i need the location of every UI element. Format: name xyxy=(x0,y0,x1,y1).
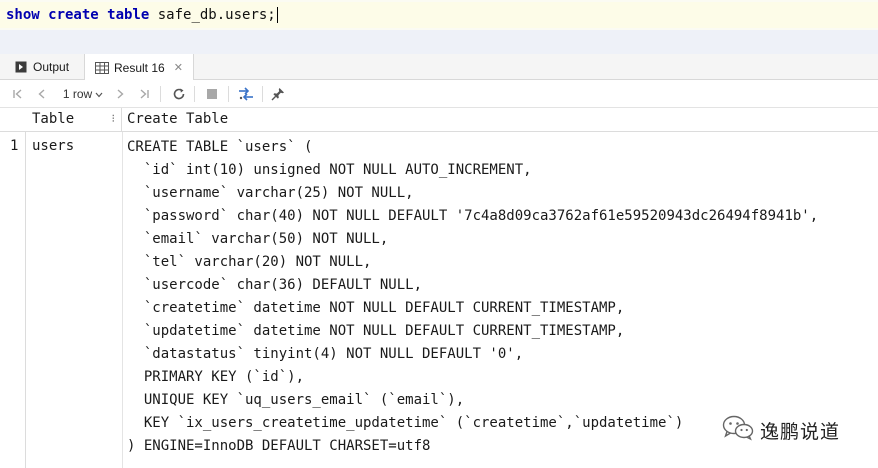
ddl-line: `tel` varchar(20) NOT NULL, xyxy=(127,254,372,270)
grid-icon xyxy=(95,61,109,75)
tab-result[interactable]: Result 16 ✕ xyxy=(84,54,194,81)
ddl-line: `email` varchar(50) NOT NULL, xyxy=(127,231,389,247)
sql-editor-line[interactable]: show create table safe_db.users; xyxy=(0,2,878,28)
chevron-down-icon xyxy=(95,87,103,101)
last-page-icon[interactable] xyxy=(136,85,152,103)
tab-output-label: Output xyxy=(33,60,70,74)
row-gutter xyxy=(0,108,26,468)
column-header-create-table-label: Create Table xyxy=(127,111,229,127)
tab-output[interactable]: Output xyxy=(4,54,79,80)
cell-table-name[interactable]: users xyxy=(32,138,74,154)
sql-target: safe_db.users; xyxy=(149,7,276,23)
ddl-line: `username` varchar(25) NOT NULL, xyxy=(127,185,414,201)
row-count-dropdown[interactable]: 1 row xyxy=(60,85,106,103)
row-count-label: 1 row xyxy=(62,87,93,101)
ddl-line: `updatetime` datetime NOT NULL DEFAULT C… xyxy=(127,323,625,339)
column-header-table[interactable]: Table ⁝ xyxy=(27,108,122,132)
ddl-line: CREATE TABLE `users` ( xyxy=(127,139,313,155)
text-caret xyxy=(276,7,278,23)
editor-splitter[interactable] xyxy=(0,30,878,54)
stop-icon[interactable] xyxy=(204,85,220,103)
output-icon xyxy=(14,60,28,74)
pin-icon[interactable] xyxy=(270,85,286,103)
ddl-line: `datastatus` tinyint(4) NOT NULL DEFAULT… xyxy=(127,346,524,362)
ddl-line: PRIMARY KEY (`id`), xyxy=(127,369,305,385)
toolbar-divider xyxy=(262,86,263,102)
ddl-line: `usercode` char(36) DEFAULT NULL, xyxy=(127,277,423,293)
ddl-line: `id` int(10) unsigned NOT NULL AUTO_INCR… xyxy=(127,162,532,178)
sql-editor[interactable]: show create table safe_db.users; xyxy=(0,0,878,30)
sql-keywords: show create table xyxy=(6,7,150,23)
watermark-text: 逸鹏说道 xyxy=(760,420,841,443)
ddl-line: `password` char(40) NOT NULL DEFAULT '7c… xyxy=(127,208,819,224)
close-icon[interactable]: ✕ xyxy=(174,56,183,80)
row-number[interactable]: 1 xyxy=(10,138,18,154)
toolbar-divider xyxy=(160,86,161,102)
grid-header: Table ⁝ Create Table xyxy=(0,108,878,132)
tab-result-label: Result 16 xyxy=(114,60,165,75)
wechat-icon xyxy=(722,415,754,446)
watermark: 逸鹏说道 xyxy=(722,414,840,446)
transpose-icon[interactable] xyxy=(236,85,256,103)
first-page-icon[interactable] xyxy=(10,85,26,103)
column-menu-icon[interactable]: ⁝ xyxy=(112,108,116,130)
toolbar-divider xyxy=(228,86,229,102)
ddl-line: UNIQUE KEY `uq_users_email` (`email`), xyxy=(127,392,465,408)
toolbar-divider xyxy=(194,86,195,102)
prev-page-icon[interactable] xyxy=(34,85,50,103)
column-header-table-label: Table xyxy=(32,111,75,127)
cell-create-table[interactable]: CREATE TABLE `users` ( `id` int(10) unsi… xyxy=(127,136,875,458)
next-page-icon[interactable] xyxy=(112,85,128,103)
result-toolbar: 1 row xyxy=(0,80,878,108)
ddl-line: `createtime` datetime NOT NULL DEFAULT C… xyxy=(127,300,625,316)
refresh-icon[interactable] xyxy=(170,85,188,103)
column-divider xyxy=(122,132,123,468)
result-tabs: Output Result 16 ✕ xyxy=(0,54,878,81)
column-header-create-table[interactable]: Create Table xyxy=(123,108,228,132)
